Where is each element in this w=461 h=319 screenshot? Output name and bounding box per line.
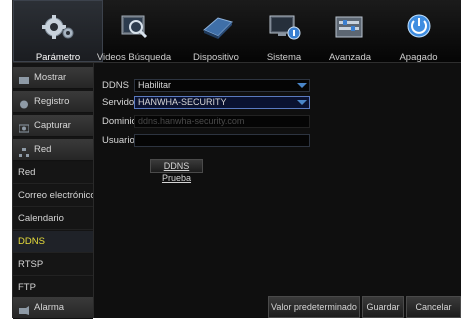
video-search-icon	[114, 12, 154, 50]
settings-sidebar: Mostrar Registro Capturar Red Red Correo…	[13, 63, 93, 319]
server-label: Servidor	[102, 97, 138, 108]
domain-label: Dominio	[102, 116, 137, 127]
sidebar-category-mostrar[interactable]: Mostrar	[13, 67, 93, 89]
sidebar-category-label: Alarma	[34, 302, 65, 313]
ddns-test-button[interactable]: DDNS Prueba	[150, 159, 203, 183]
server-value: HANWHA-SECURITY	[138, 97, 227, 107]
power-icon	[399, 12, 439, 50]
network-icon	[19, 144, 29, 158]
system-info-icon	[264, 12, 304, 50]
server-select[interactable]: HANWHA-SECURITY	[134, 96, 310, 109]
sidebar-category-label: Capturar	[34, 120, 71, 131]
cancel-button[interactable]: Cancelar	[406, 296, 461, 318]
tab-apagado[interactable]: Apagado	[375, 0, 461, 63]
ddns-label: DDNS	[102, 80, 129, 91]
alarm-icon	[19, 302, 29, 316]
save-button[interactable]: Guardar	[362, 296, 404, 318]
sidebar-item-ddns[interactable]: DDNS	[13, 231, 93, 253]
sidebar-item-calendario[interactable]: Calendario	[13, 208, 93, 230]
sidebar-item-rtsp[interactable]: RTSP	[13, 254, 93, 276]
user-input[interactable]	[134, 134, 310, 147]
tab-videos-busqueda[interactable]: Videos Búsqueda	[89, 0, 179, 63]
domain-value: ddns.hanwha-security.com	[138, 116, 245, 126]
ddns-select[interactable]: Habilitar	[134, 79, 310, 92]
tab-label: Apagado	[399, 52, 438, 63]
ddns-settings-panel: DDNS Habilitar Servidor HANWHA-SECURITY …	[93, 63, 461, 318]
chevron-down-icon	[297, 83, 307, 88]
sidebar-item-red[interactable]: Red	[13, 162, 93, 184]
sidebar-category-label: Mostrar	[34, 72, 67, 83]
gears-icon	[38, 12, 78, 50]
record-icon	[19, 96, 29, 109]
sidebar-item-ftp[interactable]: FTP	[13, 277, 93, 299]
default-values-button[interactable]: Valor predeterminado	[268, 296, 360, 318]
advanced-settings-icon	[330, 12, 370, 50]
sidebar-category-alarma[interactable]: Alarma	[13, 297, 93, 319]
chevron-down-icon	[297, 100, 307, 105]
sidebar-category-label: Red	[34, 144, 52, 155]
top-menu-bar: Parámetro Videos Búsqueda Dispositivo Si…	[13, 0, 461, 63]
sidebar-category-registro[interactable]: Registro	[13, 91, 93, 113]
sidebar-item-correo[interactable]: Correo electrónico	[13, 185, 93, 207]
domain-field: ddns.hanwha-security.com	[134, 115, 310, 128]
dvr-settings-window: Parámetro Videos Búsqueda Dispositivo Si…	[12, 0, 461, 319]
sidebar-category-red[interactable]: Red	[13, 139, 93, 161]
capture-icon	[18, 120, 30, 133]
display-icon	[19, 72, 29, 85]
hard-disk-icon	[196, 12, 236, 50]
sidebar-category-capturar[interactable]: Capturar	[13, 115, 93, 137]
ddns-value: Habilitar	[138, 80, 172, 90]
sidebar-category-label: Registro	[34, 96, 70, 107]
tab-label: Videos Búsqueda	[96, 52, 172, 63]
user-label: Usuario	[102, 135, 135, 146]
